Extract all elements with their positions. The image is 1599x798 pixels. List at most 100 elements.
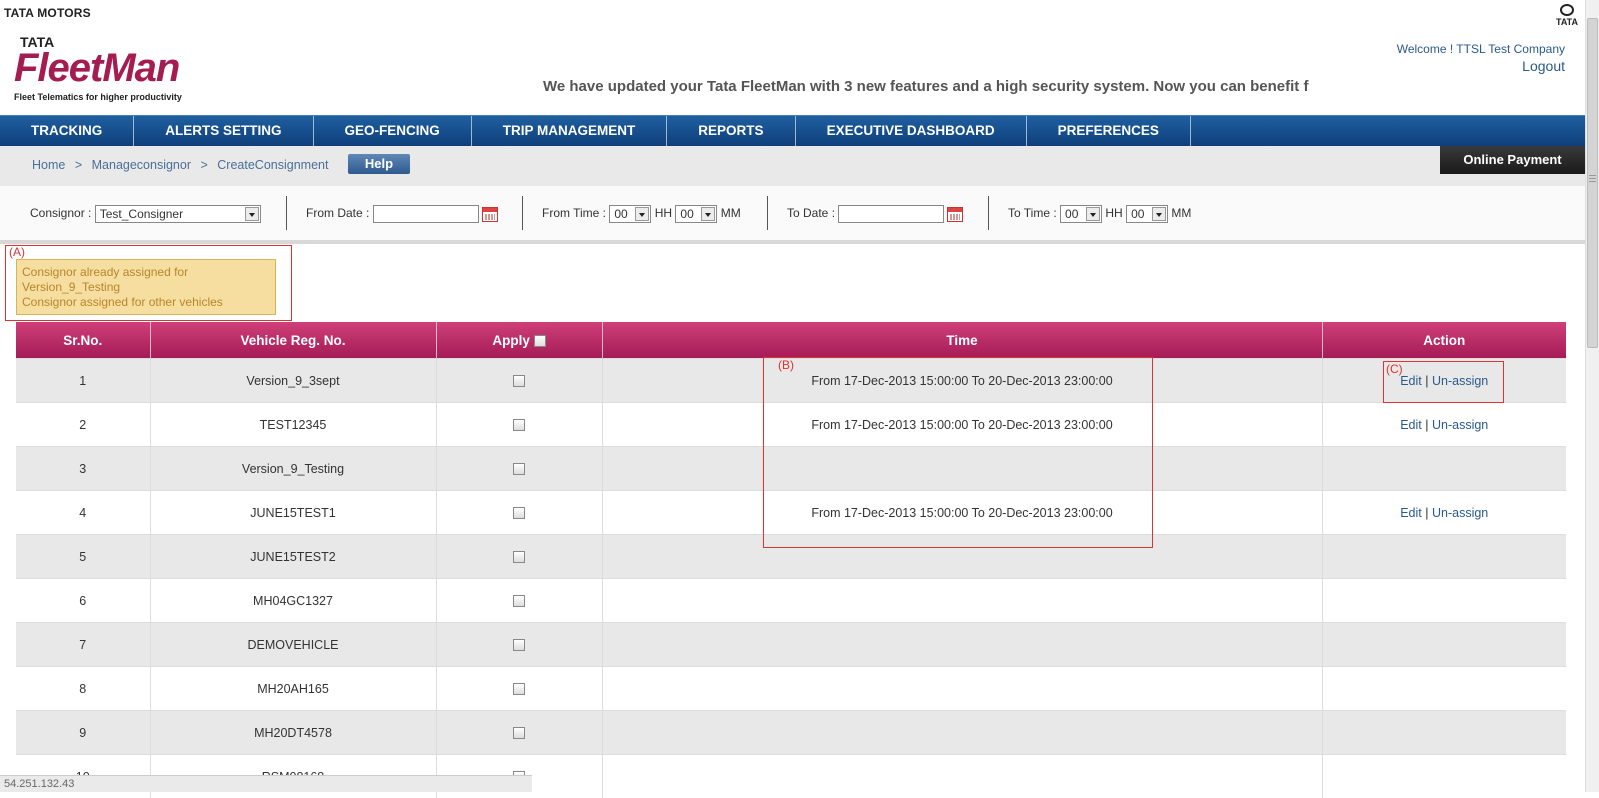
from-date-filter: From Date : (306, 205, 498, 223)
consignor-select[interactable]: Test_Consigner (95, 205, 261, 223)
cell-apply (436, 711, 602, 755)
consignor-label: Consignor : (30, 206, 91, 220)
cell-vehicle: Version_9_Testing (150, 447, 436, 491)
annotation-box-b (763, 357, 1153, 548)
from-time-filter: From Time : 00 HH 00 MM (542, 205, 741, 223)
cell-sr-no: 9 (16, 711, 150, 755)
edit-link[interactable]: Edit (1400, 506, 1422, 520)
cell-apply (436, 359, 602, 403)
cell-vehicle: MH04GC1327 (150, 579, 436, 623)
nav-preferences[interactable]: PREFERENCES (1027, 116, 1191, 146)
header-action: Action (1322, 322, 1566, 359)
logout-link[interactable]: Logout (1397, 58, 1565, 75)
calendar-icon[interactable] (482, 207, 498, 222)
calendar-icon[interactable] (947, 207, 963, 222)
header-vehicle-reg-no: Vehicle Reg. No. (150, 322, 436, 359)
from-date-input[interactable] (373, 205, 479, 223)
cell-apply (436, 667, 602, 711)
select-all-checkbox[interactable] (534, 335, 546, 347)
apply-checkbox[interactable] (513, 595, 525, 607)
nav-alerts-setting[interactable]: ALERTS SETTING (134, 116, 313, 146)
chevron-down-icon (1086, 207, 1100, 221)
nav-geo-fencing[interactable]: GEO-FENCING (314, 116, 472, 146)
header-apply: Apply (436, 322, 602, 359)
divider (522, 196, 523, 230)
apply-checkbox[interactable] (513, 551, 525, 563)
help-button[interactable]: Help (348, 154, 410, 174)
breadcrumb-home[interactable]: Home (32, 158, 65, 172)
cell-sr-no: 5 (16, 535, 150, 579)
from-hour-select[interactable]: 00 (609, 205, 651, 223)
cell-vehicle: Version_9_3sept (150, 359, 436, 403)
cell-vehicle: MH20DT4578 (150, 711, 436, 755)
consignor-filter: Consignor : Test_Consigner (30, 205, 261, 223)
apply-checkbox[interactable] (513, 683, 525, 695)
cell-vehicle: JUNE15TEST1 (150, 491, 436, 535)
unassign-link[interactable]: Un-assign (1432, 506, 1488, 520)
unassign-link[interactable]: Un-assign (1432, 418, 1488, 432)
cell-vehicle: MH20AH165 (150, 667, 436, 711)
table-row: 6MH04GC1327 (16, 579, 1566, 623)
apply-checkbox[interactable] (513, 463, 525, 475)
consignor-warning-message: Consignor already assigned for Version_9… (16, 259, 276, 315)
nav-executive-dashboard[interactable]: EXECUTIVE DASHBOARD (796, 116, 1027, 146)
divider (286, 196, 287, 230)
nav-trip-management[interactable]: TRIP MANAGEMENT (472, 116, 668, 146)
apply-checkbox[interactable] (513, 419, 525, 431)
logo-fleetman: FleetMan (14, 46, 179, 91)
annotation-label-c: (C) (1386, 362, 1403, 376)
cell-time (602, 711, 1322, 755)
header-time: Time (602, 322, 1322, 359)
cell-sr-no: 2 (16, 403, 150, 447)
cell-action (1322, 755, 1566, 798)
message-line: Consignor already assigned for (22, 265, 275, 280)
mm-label: MM (721, 206, 741, 220)
apply-checkbox[interactable] (513, 639, 525, 651)
user-panel: Welcome ! TTSL Test Company Logout (1397, 41, 1565, 75)
online-payment-button[interactable]: Online Payment (1440, 146, 1585, 174)
to-date-input[interactable] (838, 205, 944, 223)
cell-action (1322, 579, 1566, 623)
tata-corner-logo: TATA (1552, 4, 1582, 27)
to-hour-select[interactable]: 00 (1060, 205, 1102, 223)
from-date-label: From Date : (306, 206, 369, 220)
cell-apply (436, 403, 602, 447)
table-row: 7DEMOVEHICLE (16, 623, 1566, 667)
nav-reports[interactable]: REPORTS (667, 116, 795, 146)
edit-link[interactable]: Edit (1400, 418, 1422, 432)
breadcrumb: Home > Manageconsignor > CreateConsignme… (0, 146, 1585, 186)
cell-time (602, 667, 1322, 711)
cell-vehicle: JUNE15TEST2 (150, 535, 436, 579)
filter-bar: Consignor : Test_Consigner From Date : F… (0, 186, 1585, 244)
breadcrumb-manageconsignor[interactable]: Manageconsignor (92, 158, 191, 172)
header-sr-no: Sr.No. (16, 322, 150, 359)
cell-sr-no: 3 (16, 447, 150, 491)
breadcrumb-createconsignment[interactable]: CreateConsignment (217, 158, 328, 172)
nav-tracking[interactable]: TRACKING (0, 116, 134, 146)
annotation-label-b: (B) (778, 358, 794, 372)
cell-sr-no: 6 (16, 579, 150, 623)
to-time-filter: To Time : 00 HH 00 MM (1008, 205, 1191, 223)
to-time-label: To Time : (1008, 206, 1057, 220)
tata-logo-icon (1560, 4, 1574, 16)
fleetman-logo: TATA FleetMan Fleet Telematics for highe… (14, 34, 214, 104)
breadcrumb-links: Home > Manageconsignor > CreateConsignme… (32, 158, 334, 172)
vertical-scrollbar[interactable] (1585, 0, 1599, 792)
scrollbar-thumb[interactable] (1587, 18, 1598, 348)
status-bar: 54.251.132.43 (0, 775, 532, 792)
apply-checkbox[interactable] (513, 727, 525, 739)
apply-checkbox[interactable] (513, 375, 525, 387)
apply-checkbox[interactable] (513, 507, 525, 519)
announcement-marquee: We have updated your Tata FleetMan with … (543, 78, 1387, 95)
cell-action: Edit | Un-assign (1322, 403, 1566, 447)
cell-apply (436, 535, 602, 579)
cell-sr-no: 1 (16, 359, 150, 403)
cell-time (602, 579, 1322, 623)
logo-tagline: Fleet Telematics for higher productivity (14, 92, 182, 102)
table-row: 8MH20AH165 (16, 667, 1566, 711)
from-minute-select[interactable]: 00 (675, 205, 717, 223)
to-minute-select[interactable]: 00 (1126, 205, 1168, 223)
chevron-down-icon (245, 207, 259, 221)
chevron-down-icon (701, 207, 715, 221)
chevron-down-icon (1152, 207, 1166, 221)
